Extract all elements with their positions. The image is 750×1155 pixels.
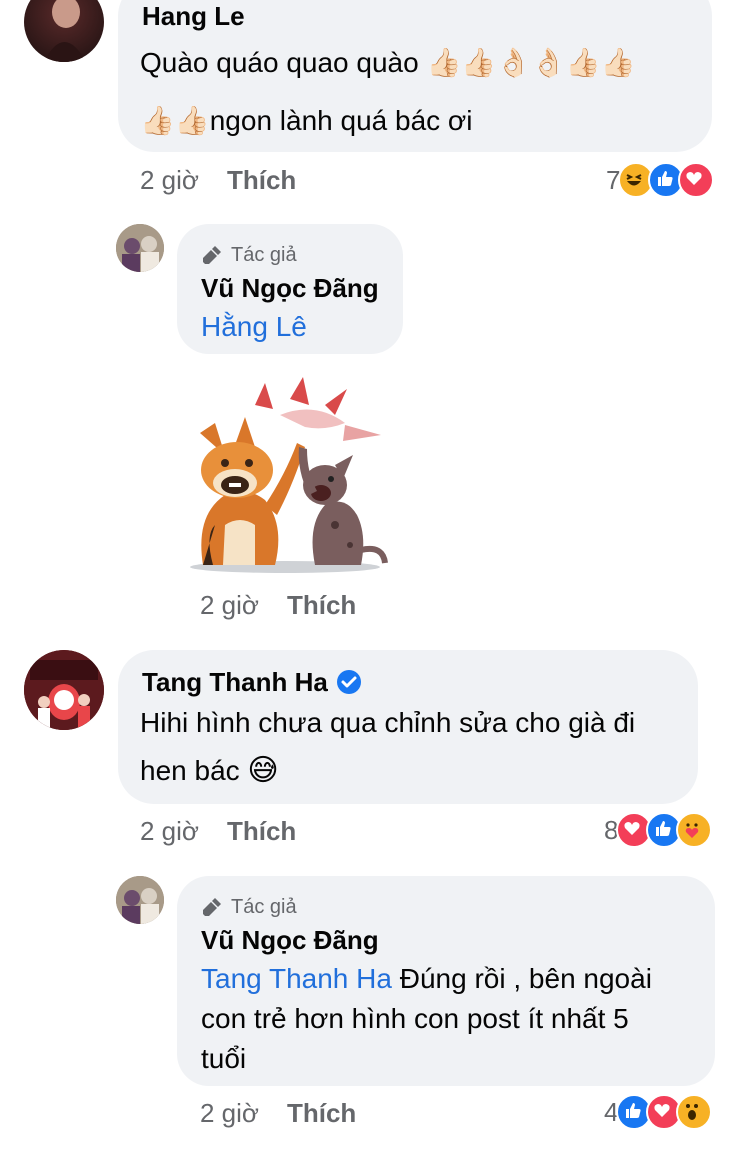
love-icon xyxy=(678,162,715,198)
mention-link[interactable]: Tang Thanh Ha xyxy=(201,963,392,994)
reaction-summary[interactable]: 7 xyxy=(606,162,715,198)
wow-icon xyxy=(676,1094,713,1130)
comment-time[interactable]: 2 giờ xyxy=(200,590,259,620)
author-badge-label: Tác giả xyxy=(231,896,297,918)
comment-bubble: Hang Le Quào quáo quao quào 👍🏻👍🏻👌🏻👌🏻👍🏻👍🏻… xyxy=(118,0,712,152)
mention-link[interactable]: Hằng Lê xyxy=(201,306,307,348)
reaction-summary[interactable]: 4 xyxy=(604,1094,713,1130)
comment-text-line2-row: hen bác 😅 xyxy=(140,750,279,792)
comment-text-line1: Quào quáo quao quào 👍🏻👍🏻👌🏻👌🏻👍🏻👍🏻 xyxy=(140,47,636,78)
avatar-photo xyxy=(24,650,104,730)
avatar-hang-le[interactable] xyxy=(24,0,104,62)
commenter-name[interactable]: Hang Le xyxy=(142,0,245,32)
commenter-name-row: Tang Thanh Ha xyxy=(142,666,362,698)
corgi-high-five-sticker[interactable] xyxy=(185,375,390,575)
comment-text-line2: hen bác xyxy=(140,755,240,786)
reaction-summary[interactable]: 8 xyxy=(604,812,713,848)
like-button[interactable]: Thích xyxy=(227,816,296,846)
comment-meta: 2 giờ Thích xyxy=(140,816,296,846)
author-badge: Tác giả xyxy=(201,894,297,920)
care-icon xyxy=(676,812,713,848)
author-badge: Tác giả xyxy=(201,242,297,268)
comment-meta: 2 giờ Thích xyxy=(140,165,296,195)
avatar-photo xyxy=(44,0,86,62)
microphone-icon xyxy=(203,898,221,916)
comment-text-line1: Hihi hình chưa qua chỉnh sửa cho già đi xyxy=(140,707,636,738)
comment-bubble: Tang Thanh Ha Hihi hình chưa qua chỉnh s… xyxy=(118,650,698,804)
commenter-name[interactable]: Tang Thanh Ha xyxy=(142,666,328,698)
avatar-tang-thanh-ha[interactable] xyxy=(24,650,104,730)
reply-text-line3: tuổi xyxy=(201,1043,247,1074)
verified-badge-icon xyxy=(336,670,361,694)
reply-meta: 2 giờ Thích xyxy=(200,1098,356,1128)
avatar-photo xyxy=(116,876,164,924)
comment-time[interactable]: 2 giờ xyxy=(140,165,199,195)
comment-time[interactable]: 2 giờ xyxy=(140,816,199,846)
reply-text-line2: con trẻ hơn hình con post ít nhất 5 xyxy=(201,1003,629,1034)
sweat-smile-emoji-icon: 😅 xyxy=(247,754,279,787)
reply-bubble: Tác giả Vũ Ngọc Đãng Tang Thanh Ha Đúng … xyxy=(177,876,715,1086)
commenter-name[interactable]: Vũ Ngọc Đãng xyxy=(201,272,379,304)
reply-meta: 2 giờ Thích xyxy=(200,590,356,620)
like-button[interactable]: Thích xyxy=(287,1098,356,1128)
commenter-name[interactable]: Vũ Ngọc Đãng xyxy=(201,924,379,956)
author-badge-label: Tác giả xyxy=(231,244,297,266)
like-button[interactable]: Thích xyxy=(287,590,356,620)
avatar-vu-ngoc-dang[interactable] xyxy=(116,224,164,272)
microphone-icon xyxy=(203,246,221,264)
avatar-vu-ngoc-dang[interactable] xyxy=(116,876,164,924)
avatar-photo xyxy=(116,224,164,272)
reply-text-after-mention: Đúng rồi , bên ngoài xyxy=(391,963,652,994)
comment-time[interactable]: 2 giờ xyxy=(200,1098,259,1128)
comment-text-line2: 👍🏻👍🏻ngon lành quá bác ơi xyxy=(140,105,473,136)
reply-text-line1: Tang Thanh Ha Đúng rồi , bên ngoài xyxy=(201,958,652,1000)
reply-bubble: Tác giả Vũ Ngọc Đãng Hằng Lê xyxy=(177,224,403,354)
like-button[interactable]: Thích xyxy=(227,165,296,195)
